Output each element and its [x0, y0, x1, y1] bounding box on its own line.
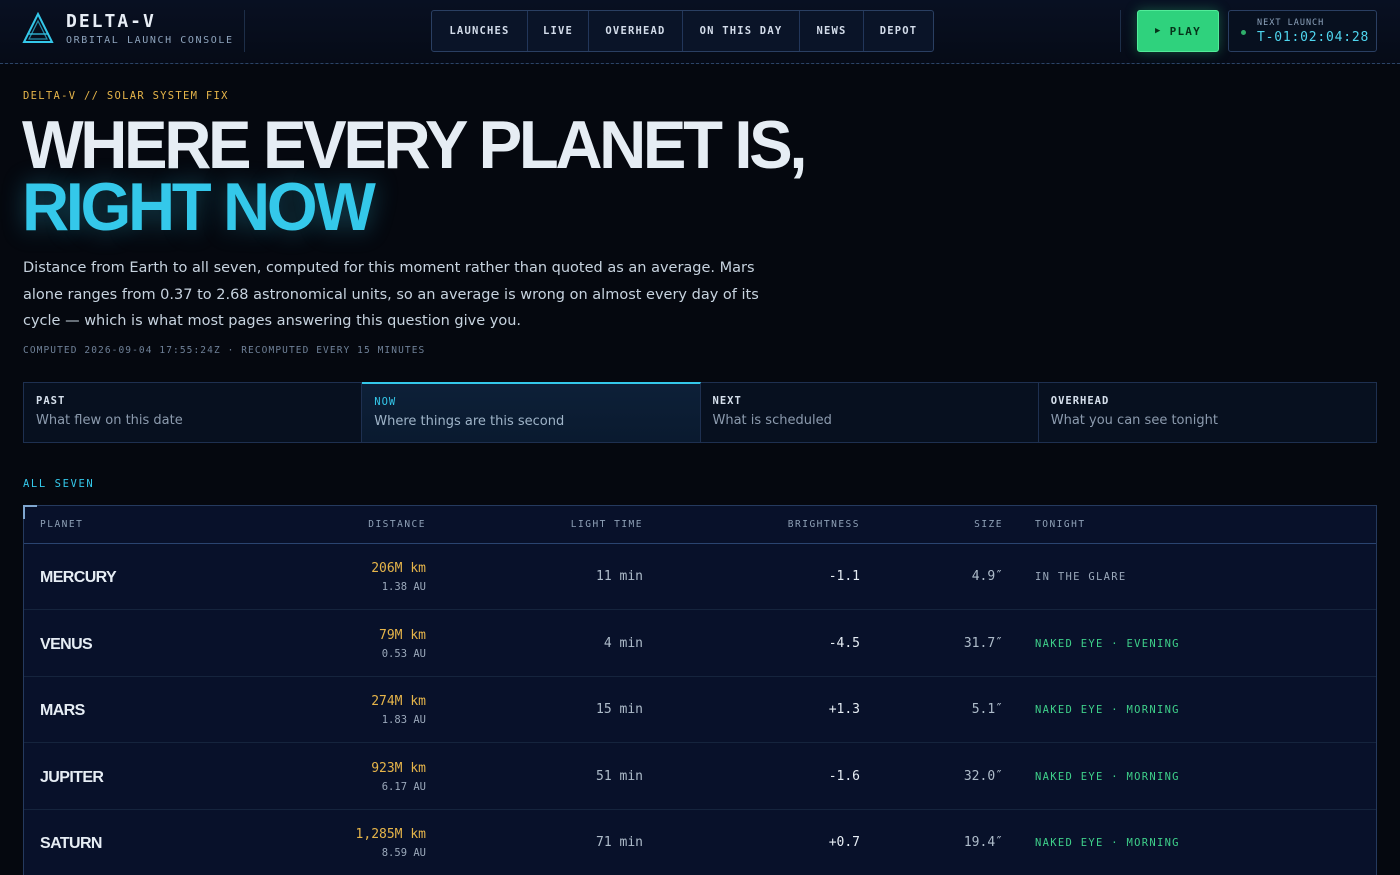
- next-launch-value: T-01:02:04:28: [1257, 30, 1370, 45]
- distance-km: 79M km: [379, 628, 426, 643]
- nav-news[interactable]: NEWS: [800, 11, 864, 51]
- tab-key: OVERHEAD: [1050, 395, 1110, 407]
- status-dot-icon: [1241, 30, 1246, 35]
- planet-name: VENUS: [40, 636, 93, 653]
- apparent-size: 4.9″: [971, 569, 1003, 584]
- distance-km: 1,285M km: [355, 827, 426, 842]
- header-divider: [1120, 10, 1121, 52]
- distance-cell: 206M km 1.38 AU: [371, 561, 426, 593]
- table-section-label: ALL SEVEN: [23, 478, 95, 490]
- distance-au: 0.53 AU: [381, 648, 426, 660]
- table-row[interactable]: JUPITER 923M km 6.17 AU 51 min -1.6 32.0…: [24, 744, 1376, 810]
- brightness: -1.1: [828, 569, 860, 584]
- distance-au: 8.59 AU: [381, 847, 426, 859]
- tab-key: NEXT: [712, 395, 742, 407]
- nav-live[interactable]: LIVE: [528, 11, 589, 51]
- apparent-size: 5.1″: [971, 702, 1003, 717]
- light-time: 15 min: [596, 702, 643, 717]
- play-button[interactable]: ▶ PLAY: [1137, 10, 1219, 52]
- nav-depot[interactable]: DEPOT: [864, 11, 933, 51]
- distance-km: 274M km: [371, 694, 426, 709]
- nav-overhead[interactable]: OVERHEAD: [589, 11, 683, 51]
- column-header-distance[interactable]: DISTANCE: [368, 519, 426, 530]
- page-title-line-2: RIGHT NOW: [22, 169, 376, 245]
- time-tabs: PAST What flew on this date NOW Where th…: [23, 382, 1377, 443]
- brightness: -1.6: [828, 769, 860, 784]
- planet-table: PLANET DISTANCE LIGHT TIME BRIGHTNESS SI…: [23, 505, 1377, 875]
- planet-name: JUPITER: [40, 769, 104, 786]
- table-row[interactable]: MARS 274M km 1.83 AU 15 min +1.3 5.1″ NA…: [24, 677, 1376, 743]
- light-time: 71 min: [596, 835, 643, 850]
- planet-name: SATURN: [40, 835, 102, 852]
- brightness: +1.3: [828, 702, 860, 717]
- distance-km: 206M km: [371, 561, 426, 576]
- distance-km: 923M km: [371, 761, 426, 776]
- column-header-size[interactable]: SIZE: [974, 519, 1003, 530]
- tab-past[interactable]: PAST What flew on this date: [24, 383, 363, 442]
- light-time: 51 min: [596, 769, 643, 784]
- computed-timestamp: COMPUTED 2026-09-04 17:55:24Z · RECOMPUT…: [23, 345, 426, 356]
- column-header-tonight[interactable]: TONIGHT: [1035, 519, 1086, 530]
- play-icon: ▶: [1155, 26, 1162, 36]
- next-launch-label: NEXT LAUNCH: [1257, 18, 1325, 28]
- top-bar: DELTA-V ORBITAL LAUNCH CONSOLE LAUNCHES …: [0, 0, 1400, 64]
- tab-overhead[interactable]: OVERHEAD What you can see tonight: [1039, 383, 1376, 442]
- tab-now[interactable]: NOW Where things are this second: [362, 382, 701, 442]
- apparent-size: 19.4″: [963, 835, 1003, 850]
- light-time: 4 min: [603, 636, 643, 651]
- table-row[interactable]: SATURN 1,285M km 8.59 AU 71 min +0.7 19.…: [24, 810, 1376, 875]
- next-launch-countdown[interactable]: NEXT LAUNCH T-01:02:04:28: [1228, 10, 1377, 52]
- column-header-brightness[interactable]: BRIGHTNESS: [788, 519, 860, 530]
- table-row[interactable]: VENUS 79M km 0.53 AU 4 min -4.5 31.7″ NA…: [24, 611, 1376, 677]
- main-nav: LAUNCHES LIVE OVERHEAD ON THIS DAY NEWS …: [431, 10, 934, 52]
- planet-name: MARS: [40, 702, 85, 719]
- column-header-planet[interactable]: PLANET: [40, 519, 83, 530]
- tab-description: What you can see tonight: [1050, 413, 1218, 428]
- tonight-visibility: NAKED EYE · MORNING: [1035, 771, 1180, 783]
- nav-on-this-day[interactable]: ON THIS DAY: [683, 11, 800, 51]
- distance-au: 1.83 AU: [381, 714, 426, 726]
- tab-key: PAST: [36, 395, 66, 407]
- column-header-light-time[interactable]: LIGHT TIME: [571, 519, 643, 530]
- tonight-visibility: NAKED EYE · MORNING: [1035, 704, 1180, 716]
- page-title: WHERE EVERY PLANET IS, RIGHT NOW: [22, 107, 807, 245]
- distance-cell: 79M km 0.53 AU: [379, 628, 426, 660]
- tab-description: What is scheduled: [712, 413, 832, 428]
- tonight-visibility: NAKED EYE · EVENING: [1035, 638, 1180, 650]
- page-title-line-1: WHERE EVERY PLANET IS,: [22, 107, 807, 183]
- tonight-visibility: IN THE GLARE: [1035, 571, 1127, 583]
- tab-key: NOW: [374, 396, 397, 408]
- distance-cell: 923M km 6.17 AU: [371, 761, 426, 793]
- brand[interactable]: DELTA-V ORBITAL LAUNCH CONSOLE: [22, 12, 234, 46]
- brand-name: DELTA-V: [66, 11, 156, 32]
- planet-name: MERCURY: [40, 569, 117, 586]
- nav-launches[interactable]: LAUNCHES: [432, 11, 528, 51]
- distance-au: 6.17 AU: [381, 781, 426, 793]
- light-time: 11 min: [596, 569, 643, 584]
- table-header: PLANET DISTANCE LIGHT TIME BRIGHTNESS SI…: [24, 506, 1376, 544]
- tab-next[interactable]: NEXT What is scheduled: [701, 383, 1039, 442]
- header-divider: [244, 10, 245, 52]
- intro-paragraph: Distance from Earth to all seven, comput…: [23, 260, 759, 330]
- distance-au: 1.38 AU: [381, 581, 426, 593]
- distance-cell: 274M km 1.83 AU: [371, 694, 426, 726]
- distance-cell: 1,285M km 8.59 AU: [356, 827, 426, 859]
- tonight-visibility: NAKED EYE · MORNING: [1035, 837, 1180, 849]
- brightness: +0.7: [828, 835, 860, 850]
- apparent-size: 32.0″: [963, 769, 1003, 784]
- table-row[interactable]: MERCURY 206M km 1.38 AU 11 min -1.1 4.9″…: [24, 544, 1376, 610]
- brand-subtitle: ORBITAL LAUNCH CONSOLE: [66, 35, 234, 46]
- tab-description: Where things are this second: [374, 414, 565, 429]
- delta-logo-icon: [22, 12, 54, 43]
- play-label: PLAY: [1169, 24, 1201, 38]
- apparent-size: 31.7″: [963, 636, 1003, 651]
- brightness: -4.5: [828, 636, 860, 651]
- section-kicker: DELTA-V // SOLAR SYSTEM FIX: [23, 90, 229, 102]
- tab-description: What flew on this date: [36, 413, 183, 428]
